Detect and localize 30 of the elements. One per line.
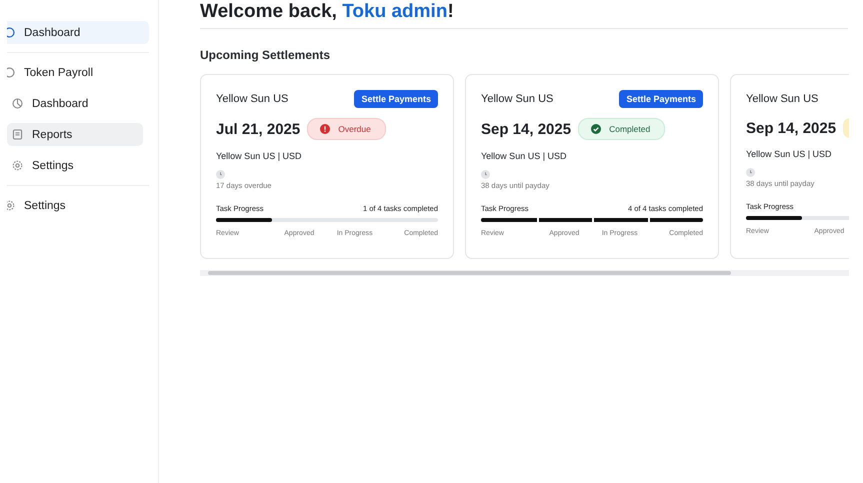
settlement-date: Sep 14, 2025: [746, 120, 836, 136]
company-name: Yellow Sun US: [481, 93, 554, 105]
sidebar-item[interactable]: Settings: [7, 154, 143, 177]
settlement-date: Sep 14, 2025: [481, 120, 572, 138]
settle-payments-button[interactable]: Settle Payments: [619, 90, 703, 108]
status-badge: Overdue: [307, 118, 386, 140]
settlement-date: Jul 21, 2025: [216, 120, 300, 138]
status-badge: Completed: [578, 118, 666, 140]
check-icon: [591, 124, 602, 134]
pie-chart-icon: [11, 97, 24, 110]
section-title: Upcoming Settlements: [200, 48, 332, 62]
gear-icon: [11, 159, 24, 172]
clock-icon: [216, 170, 225, 179]
scrollbar[interactable]: [200, 270, 849, 276]
sidebar-item[interactable]: Dashboard: [7, 21, 149, 44]
company-name: Yellow Sun US: [216, 93, 288, 105]
account-label: Yellow Sun US | USD: [481, 151, 568, 161]
account-label: Yellow Sun US | USD: [746, 149, 833, 159]
alert-icon: [320, 124, 330, 134]
sidebar-item[interactable]: Reports: [7, 123, 143, 146]
document-icon: [11, 128, 24, 141]
sidebar-item[interactable]: Settings: [7, 194, 149, 217]
sidebar-item[interactable]: Dashboard: [7, 92, 143, 115]
account-label: Yellow Sun US | USD: [216, 151, 303, 161]
clock-icon: [746, 168, 755, 177]
welcome-heading: Welcome back, Toku admin!: [200, 0, 455, 24]
clock-icon: [481, 170, 490, 179]
sidebar-item[interactable]: Token Payroll: [7, 61, 149, 84]
company-name: Yellow Sun US: [746, 93, 818, 105]
settle-payments-button[interactable]: Settle Payments: [354, 90, 438, 108]
